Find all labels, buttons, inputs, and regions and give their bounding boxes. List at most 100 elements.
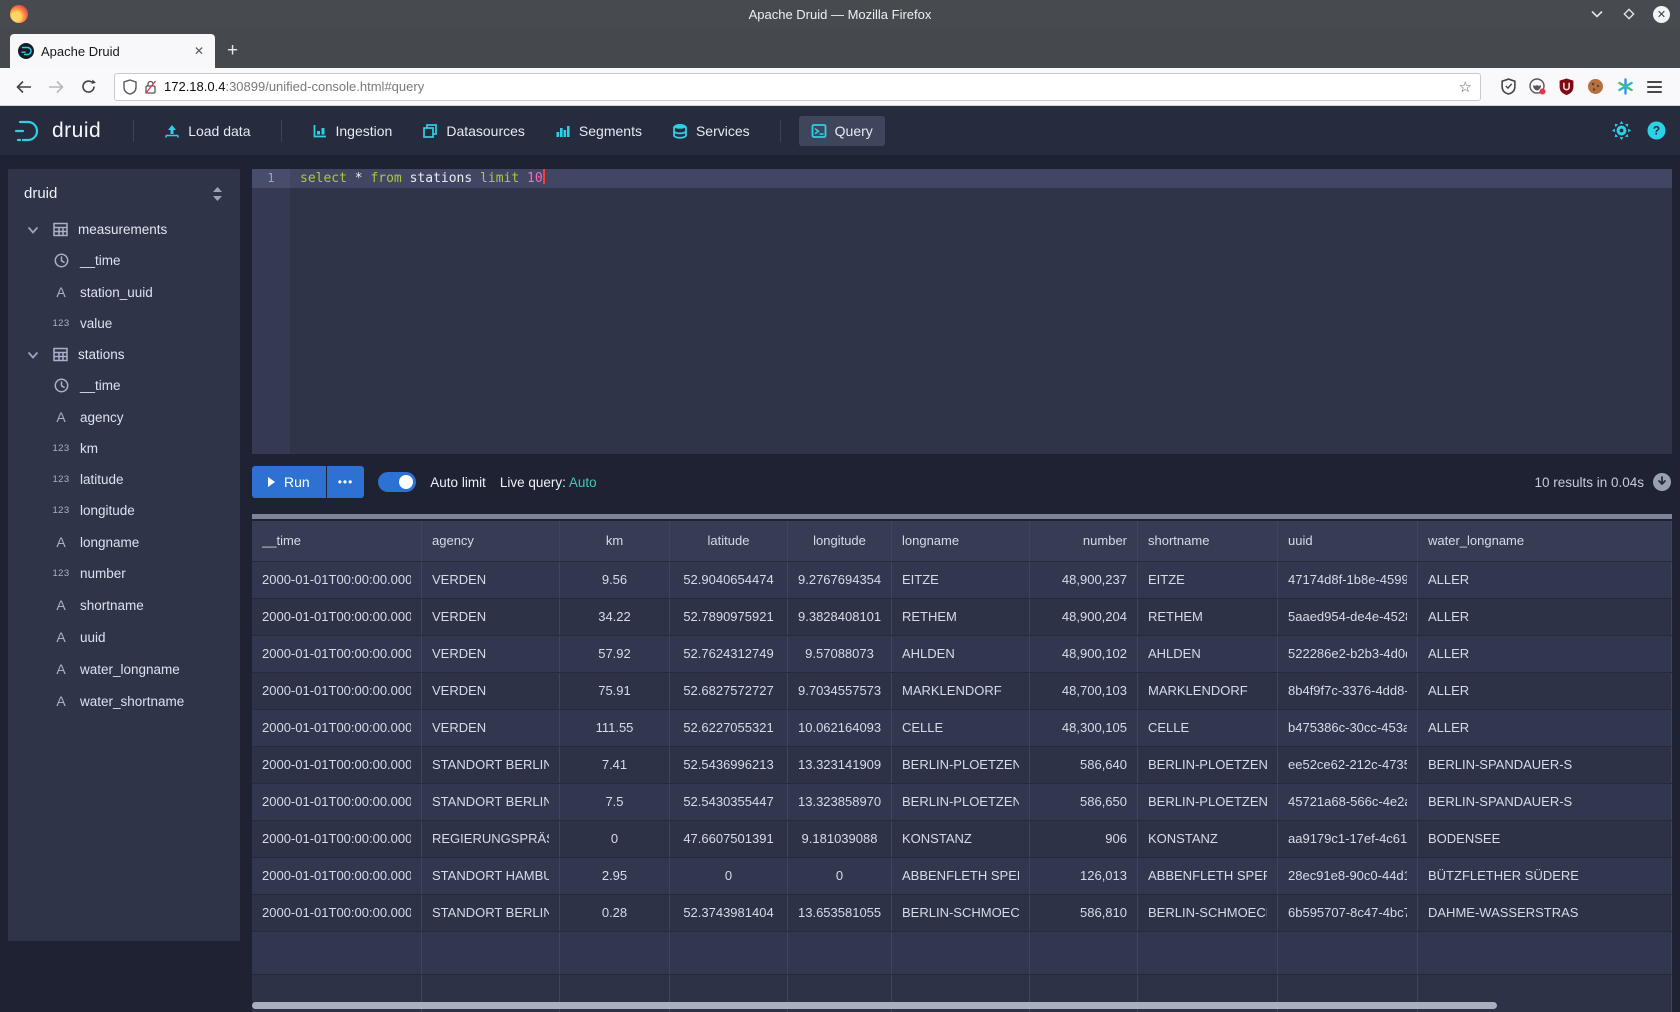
tree-column-__time[interactable]: __time: [8, 370, 240, 401]
column-header-latitude[interactable]: latitude: [670, 521, 788, 561]
cell-longname[interactable]: CELLE: [892, 710, 1030, 746]
cell-uuid[interactable]: 5aaed954-de4e-4528-8f: [1278, 599, 1418, 635]
tree-column-shortname[interactable]: Ashortname: [8, 589, 240, 621]
run-more-button[interactable]: •••: [327, 466, 365, 498]
cell-__time[interactable]: 2000-01-01T00:00:00.000Z: [252, 895, 422, 931]
cell-shortname[interactable]: [1138, 932, 1278, 974]
cell-shortname[interactable]: KONSTANZ: [1138, 821, 1278, 857]
live-query-value[interactable]: Auto: [569, 475, 597, 490]
cell-__time[interactable]: [252, 932, 422, 974]
cell-number[interactable]: 48,900,204: [1030, 599, 1138, 635]
cell-number[interactable]: 906: [1030, 821, 1138, 857]
cell-number[interactable]: 586,810: [1030, 895, 1138, 931]
cell-shortname[interactable]: RETHEM: [1138, 599, 1278, 635]
sql-editor[interactable]: 1 select * from stations limit 10: [252, 169, 1672, 454]
auto-limit-toggle[interactable]: [378, 472, 416, 492]
cell-__time[interactable]: 2000-01-01T00:00:00.000Z: [252, 636, 422, 672]
cell-uuid[interactable]: [1278, 932, 1418, 974]
cell-agency[interactable]: VERDEN: [422, 562, 560, 598]
nav-item-segments[interactable]: Segments: [543, 116, 654, 146]
nav-item-services[interactable]: Services: [660, 116, 762, 146]
tab-apache-druid[interactable]: Apache Druid ✕: [10, 34, 215, 68]
cell-longitude[interactable]: 9.3828408101: [788, 599, 892, 635]
cell-uuid[interactable]: 47174d8f-1b8e-4599-8a: [1278, 562, 1418, 598]
cell-latitude[interactable]: 52.6827572727: [670, 673, 788, 709]
cell-number[interactable]: 126,013: [1030, 858, 1138, 894]
cell-km[interactable]: 9.56: [560, 562, 670, 598]
cell-shortname[interactable]: BERLIN-SCHMOECKWITZ: [1138, 895, 1278, 931]
cell-longname[interactable]: ABBENFLETH SPERRWER: [892, 858, 1030, 894]
cell-agency[interactable]: VERDEN: [422, 673, 560, 709]
cell-latitude[interactable]: 52.9040654474: [670, 562, 788, 598]
cell-longname[interactable]: RETHEM: [892, 599, 1030, 635]
cell-shortname[interactable]: MARKLENDORF: [1138, 673, 1278, 709]
cell-longname[interactable]: EITZE: [892, 562, 1030, 598]
cell-longitude[interactable]: 9.2767694354: [788, 562, 892, 598]
minimize-icon[interactable]: [1589, 6, 1605, 22]
tree-column-water_longname[interactable]: Awater_longname: [8, 653, 240, 685]
cell-latitude[interactable]: 52.5436996213: [670, 747, 788, 783]
cell-__time[interactable]: 2000-01-01T00:00:00.000Z: [252, 599, 422, 635]
asterisk-extension-icon[interactable]: [1617, 78, 1634, 95]
cell-agency[interactable]: [422, 932, 560, 974]
cell-latitude[interactable]: 52.6227055321: [670, 710, 788, 746]
cell-longitude[interactable]: 13.3238589706: [788, 784, 892, 820]
cell-water_longname[interactable]: [1418, 932, 1672, 974]
column-header-longname[interactable]: longname: [892, 521, 1030, 561]
tab-close-icon[interactable]: ✕: [191, 44, 207, 58]
cell-water_longname[interactable]: ALLER: [1418, 673, 1672, 709]
druid-logo[interactable]: druid: [14, 118, 101, 144]
cell-number[interactable]: 48,900,237: [1030, 562, 1138, 598]
cell-km[interactable]: 57.92: [560, 636, 670, 672]
column-header-__time[interactable]: __time: [252, 521, 422, 561]
tracking-shield-icon[interactable]: [123, 79, 137, 95]
cell-longname[interactable]: [892, 932, 1030, 974]
download-icon[interactable]: [1652, 472, 1672, 492]
cell-agency[interactable]: STANDORT BERLIN: [422, 895, 560, 931]
cell-__time[interactable]: 2000-01-01T00:00:00.000Z: [252, 821, 422, 857]
tree-column-latitude[interactable]: 123latitude: [8, 464, 240, 495]
forward-icon[interactable]: [42, 73, 70, 101]
maximize-icon[interactable]: [1621, 6, 1637, 22]
cell-km[interactable]: 0: [560, 821, 670, 857]
cell-water_longname[interactable]: ALLER: [1418, 710, 1672, 746]
insecure-lock-icon[interactable]: [144, 79, 157, 95]
bookmark-star-icon[interactable]: ☆: [1459, 78, 1472, 96]
cell-shortname[interactable]: BERLIN-PLOETZENSEE U: [1138, 784, 1278, 820]
cell-agency[interactable]: VERDEN: [422, 710, 560, 746]
column-header-water_longname[interactable]: water_longname: [1418, 521, 1672, 561]
cell-water_longname[interactable]: BERLIN-SPANDAUER-S: [1418, 747, 1672, 783]
cell-longitude[interactable]: 13.3231419091: [788, 747, 892, 783]
cell-number[interactable]: 48,900,102: [1030, 636, 1138, 672]
cell-__time[interactable]: 2000-01-01T00:00:00.000Z: [252, 710, 422, 746]
column-header-agency[interactable]: agency: [422, 521, 560, 561]
cell-latitude[interactable]: [670, 932, 788, 974]
cell-water_longname[interactable]: DAHME-WASSERSTRAS: [1418, 895, 1672, 931]
cell-longitude[interactable]: [788, 932, 892, 974]
cell-agency[interactable]: STANDORT BERLIN: [422, 784, 560, 820]
tree-column-longitude[interactable]: 123longitude: [8, 495, 240, 526]
horizontal-scrollbar[interactable]: [252, 1002, 1497, 1009]
cell-longname[interactable]: BERLIN-PLOETZENSEE C: [892, 747, 1030, 783]
tree-column-number[interactable]: 123number: [8, 558, 240, 589]
sql-text[interactable]: select * from stations limit 10: [300, 169, 545, 188]
cookie-extension-icon[interactable]: [1587, 78, 1604, 95]
column-header-km[interactable]: km: [560, 521, 670, 561]
cell-agency[interactable]: VERDEN: [422, 599, 560, 635]
cell-uuid[interactable]: b475386c-30cc-453a-b3: [1278, 710, 1418, 746]
tree-column-uuid[interactable]: Auuid: [8, 621, 240, 653]
back-icon[interactable]: [10, 73, 38, 101]
cell-number[interactable]: 586,650: [1030, 784, 1138, 820]
cell-agency[interactable]: STANDORT BERLIN: [422, 747, 560, 783]
cell-uuid[interactable]: 522286e2-b2b3-4d0d-9a: [1278, 636, 1418, 672]
cell-longitude[interactable]: 9.57088073: [788, 636, 892, 672]
settings-gear-icon[interactable]: [1612, 121, 1631, 140]
cell-agency[interactable]: VERDEN: [422, 636, 560, 672]
cell-longitude[interactable]: 9.7034557573: [788, 673, 892, 709]
tree-column-longname[interactable]: Alongname: [8, 526, 240, 558]
cell-shortname[interactable]: EITZE: [1138, 562, 1278, 598]
help-icon[interactable]: ?: [1647, 121, 1666, 140]
column-header-number[interactable]: number: [1030, 521, 1138, 561]
tree-column-water_shortname[interactable]: Awater_shortname: [8, 685, 240, 717]
pane-splitter[interactable]: [252, 514, 1672, 519]
